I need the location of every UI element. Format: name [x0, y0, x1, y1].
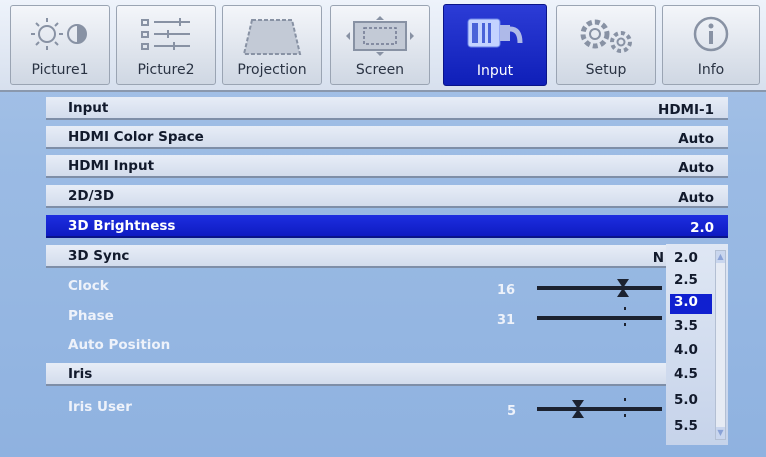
- menu-row-hdmi-color-space[interactable]: HDMI Color Space Auto: [46, 126, 728, 149]
- row-label: Phase: [68, 308, 114, 324]
- scroll-down-icon[interactable]: ▼: [716, 427, 725, 439]
- tab-screen[interactable]: Screen: [330, 5, 430, 85]
- phase-value: 31: [497, 313, 516, 328]
- tab-input[interactable]: Input: [443, 4, 547, 86]
- row-label: Input: [68, 100, 109, 116]
- iris-user-value: 5: [507, 404, 517, 419]
- sliders-icon: [136, 14, 196, 60]
- gears-icon: [571, 14, 641, 62]
- dropdown-option[interactable]: 3.5: [670, 318, 712, 338]
- screen-crop-icon: [342, 14, 418, 62]
- hdmi-plug-icon: [462, 13, 528, 59]
- osd-screen: Picture1 Picture2 Projection Screen Inpu…: [0, 0, 766, 457]
- menu-row-input[interactable]: Input HDMI-1: [46, 97, 728, 120]
- tab-label: Input: [476, 63, 514, 79]
- tab-label: Info: [697, 62, 725, 78]
- phase-center-tick: [624, 307, 626, 310]
- row-label: Iris: [68, 366, 93, 382]
- row-label: Iris User: [68, 399, 132, 415]
- scroll-up-icon[interactable]: ▲: [716, 251, 725, 263]
- tab-label: Screen: [355, 62, 405, 78]
- sun-contrast-icon: [25, 14, 95, 60]
- tab-picture2[interactable]: Picture2: [116, 5, 216, 85]
- iris-center-tick: [624, 414, 626, 417]
- menu-row-iris[interactable]: Iris: [46, 363, 666, 386]
- row-value: Auto: [678, 190, 714, 206]
- iris-slider-thumb[interactable]: [571, 399, 585, 419]
- tab-label: Projection: [237, 62, 307, 78]
- row-value: Auto: [678, 131, 714, 147]
- dropdown-option[interactable]: 2.0: [670, 250, 712, 270]
- menu-row-2d3d[interactable]: 2D/3D Auto: [46, 185, 728, 208]
- menu-row-hdmi-input[interactable]: HDMI Input Auto: [46, 155, 728, 178]
- dropdown-option[interactable]: 4.5: [670, 366, 712, 386]
- dropdown-option-selected[interactable]: 3.0: [670, 294, 712, 314]
- phase-center-tick: [624, 323, 626, 326]
- row-label: 3D Sync: [68, 248, 130, 264]
- clock-slider[interactable]: [537, 286, 662, 290]
- dropdown-scrollbar[interactable]: ▲ ▼: [715, 250, 726, 440]
- iris-user-slider[interactable]: [537, 407, 662, 411]
- tab-label: Picture2: [137, 62, 195, 78]
- tab-label: Picture1: [31, 62, 89, 78]
- dropdown-option[interactable]: 2.5: [670, 272, 712, 292]
- row-label: 2D/3D: [68, 188, 115, 204]
- clock-slider-thumb[interactable]: [616, 278, 630, 298]
- row-label: HDMI Input: [68, 158, 155, 174]
- keystone-icon: [240, 14, 304, 62]
- row-value: 2.0: [690, 220, 714, 236]
- row-label: Auto Position: [68, 337, 171, 353]
- dropdown-option[interactable]: 4.0: [670, 342, 712, 362]
- row-value: HDMI-1: [658, 102, 714, 118]
- tab-bar: Picture1 Picture2 Projection Screen Inpu…: [0, 0, 766, 92]
- row-label: Clock: [68, 278, 109, 294]
- menu-row-auto-position[interactable]: Auto Position: [46, 334, 728, 357]
- menu-row-3d-brightness[interactable]: 3D Brightness 2.0: [46, 215, 728, 238]
- row-value: N: [652, 250, 664, 266]
- phase-slider[interactable]: [537, 316, 662, 320]
- brightness-dropdown-list[interactable]: 2.0 2.5 3.0 3.5 4.0 4.5 5.0 5.5 ▲ ▼: [666, 244, 728, 445]
- info-icon: [689, 14, 733, 62]
- tab-label: Setup: [585, 62, 627, 78]
- iris-center-tick: [624, 398, 626, 401]
- row-value: Auto: [678, 160, 714, 176]
- clock-value: 16: [497, 283, 516, 298]
- tab-setup[interactable]: Setup: [556, 5, 656, 85]
- tab-projection[interactable]: Projection: [222, 5, 322, 85]
- menu-row-3d-sync[interactable]: 3D Sync N: [46, 245, 666, 268]
- tab-picture1[interactable]: Picture1: [10, 5, 110, 85]
- dropdown-option[interactable]: 5.5: [670, 418, 712, 438]
- row-label: HDMI Color Space: [68, 129, 204, 145]
- tab-info[interactable]: Info: [662, 5, 760, 85]
- row-label: 3D Brightness: [68, 218, 176, 234]
- dropdown-option[interactable]: 5.0: [670, 392, 712, 412]
